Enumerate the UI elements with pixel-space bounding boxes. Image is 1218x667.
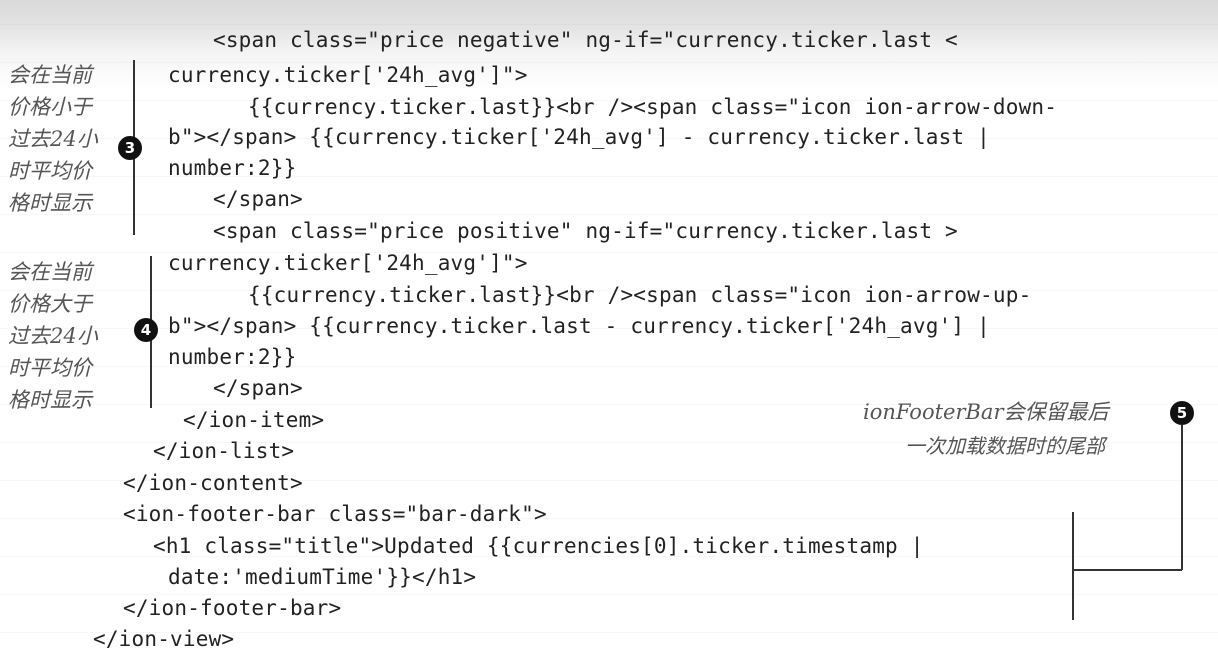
code-line: currency.ticker['24h_avg']"> [168,63,528,87]
leader-line [1072,569,1182,571]
code-line: </span> [213,376,303,400]
annotation-bracket [1072,512,1074,620]
annotation-text: 时平均价 [8,159,92,183]
code-line: </ion-item> [183,408,325,432]
code-line: date:'mediumTime'}}</h1> [168,565,477,589]
code-line: <ion-footer-bar class="bar-dark"> [123,502,547,526]
code-line: <h1 class="title">Updated {{currencies[0… [153,534,924,558]
code-line: number:2}} [168,156,297,180]
callout-marker-4: 4 [134,318,158,342]
code-line: <span class="price negative" ng-if="curr… [213,28,958,52]
code-line: b"></span> {{currency.ticker.last - curr… [168,314,990,338]
code-line: {{currency.ticker.last}}<br /><span clas… [248,95,1058,119]
annotation-text: 过去24小 [8,127,98,151]
code-line: </ion-content> [123,471,303,495]
annotation-text: 格时显示 [8,191,92,215]
code-line: </span> [213,187,303,211]
code-line: </ion-footer-bar> [123,596,342,620]
annotation-text: 价格大于 [8,292,92,316]
annotation-text: 格时显示 [8,388,92,412]
code-line: {{currency.ticker.last}}<br /><span clas… [248,283,1032,307]
annotation-text: 时平均价 [8,356,92,380]
annotation-text: 过去24小 [8,324,98,348]
annotation-text: ionFooterBar会保留最后 [863,400,1109,424]
code-line: number:2}} [168,345,297,369]
annotation-text: 会在当前 [8,63,92,87]
code-line: </ion-view> [93,627,235,651]
annotation-text: 价格小于 [8,95,92,119]
code-line: currency.ticker['24h_avg']"> [168,251,528,275]
callout-marker-3: 3 [118,136,142,160]
callout-marker-5: 5 [1170,401,1194,425]
leader-line [1181,425,1183,570]
annotation-text: 会在当前 [8,260,92,284]
code-line: <span class="price positive" ng-if="curr… [213,219,958,243]
code-line: </ion-list> [153,439,295,463]
code-line: b"></span> {{currency.ticker['24h_avg'] … [168,125,990,149]
book-page: <span class="price negative" ng-if="curr… [0,0,1218,667]
annotation-text: 一次加载数据时的尾部 [905,434,1105,458]
